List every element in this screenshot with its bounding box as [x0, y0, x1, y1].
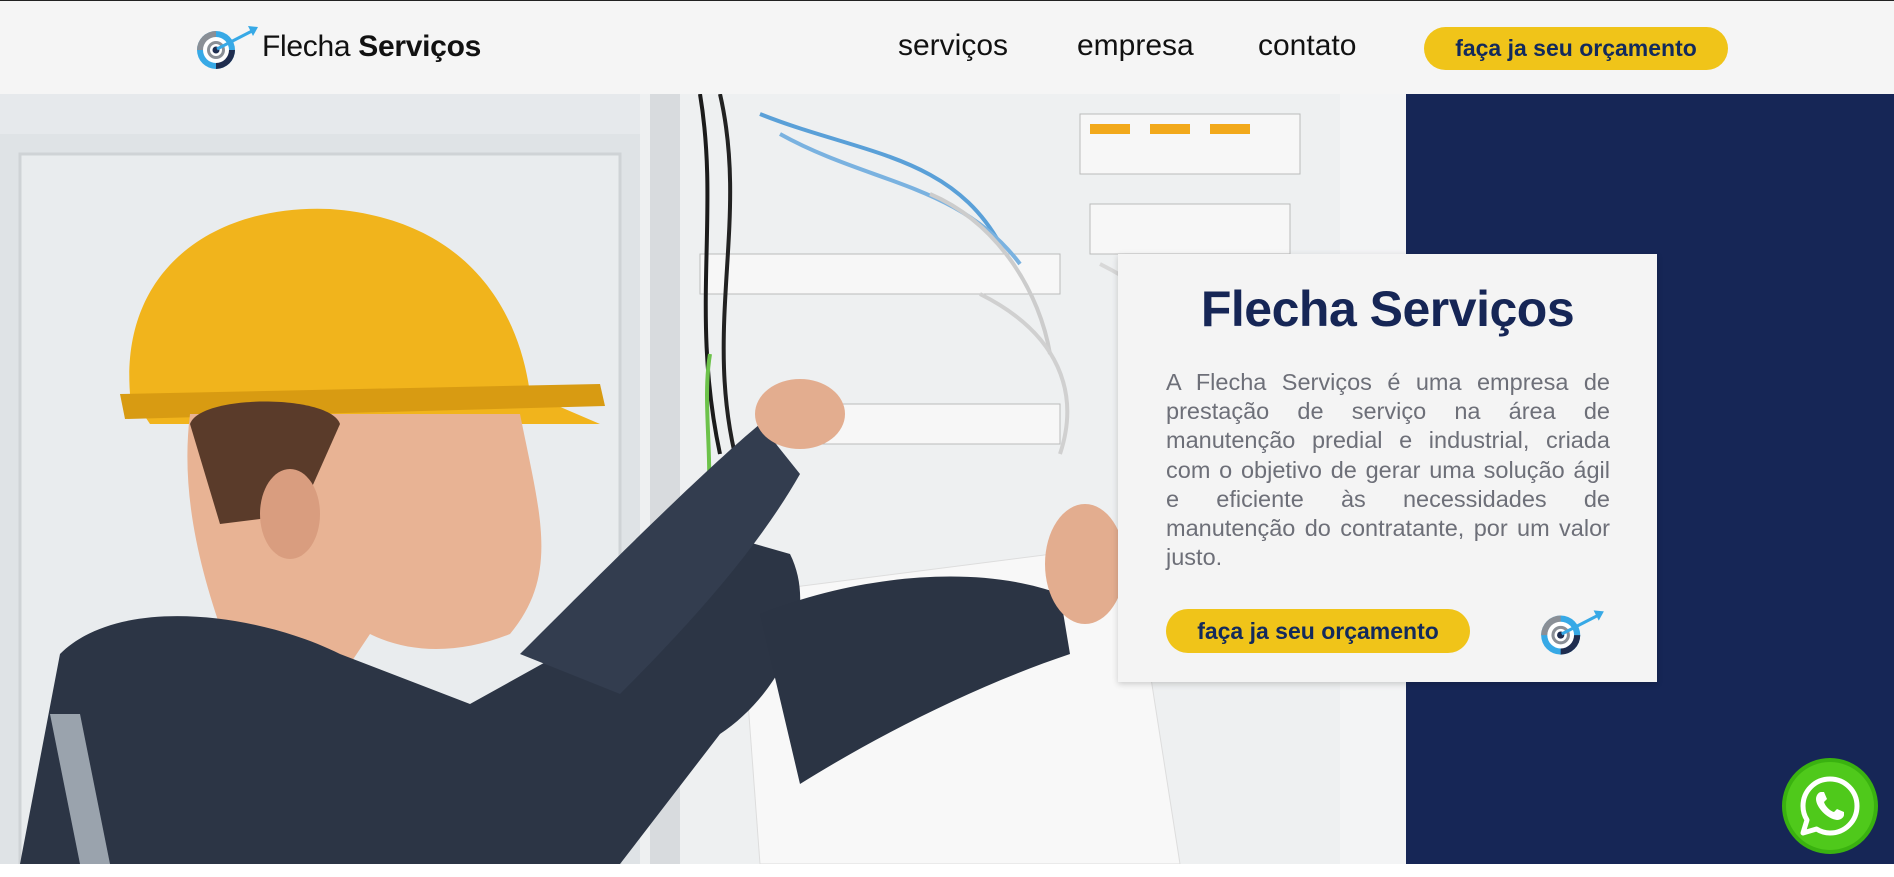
brand-logo[interactable]: Flecha Serviços — [192, 23, 481, 71]
site-header: Flecha Serviços serviços empresa contato… — [0, 1, 1894, 94]
whatsapp-icon — [1800, 776, 1860, 836]
header-quote-button[interactable]: faça ja seu orçamento — [1424, 27, 1728, 70]
nav-empresa[interactable]: empresa — [1077, 29, 1194, 63]
target-arrow-icon — [197, 26, 258, 69]
brand-name-bold: Serviços — [358, 30, 481, 63]
whatsapp-button[interactable] — [1782, 758, 1878, 854]
brand-name-regular: Flecha — [262, 30, 351, 63]
card-title: Flecha Serviços — [1200, 281, 1575, 337]
card-description: A Flecha Serviços é uma empresa de prest… — [1166, 369, 1610, 571]
nav-contato[interactable]: contato — [1258, 29, 1356, 63]
card-quote-button[interactable]: faça ja seu orçamento — [1166, 609, 1470, 653]
target-arrow-icon — [1541, 610, 1604, 655]
brand-name: Flecha Serviços — [262, 30, 481, 64]
nav-servicos[interactable]: serviços — [898, 29, 1008, 63]
bottom-strip — [0, 864, 1894, 877]
company-info-card: Flecha Serviços A Flecha Serviços é uma … — [1118, 254, 1657, 682]
